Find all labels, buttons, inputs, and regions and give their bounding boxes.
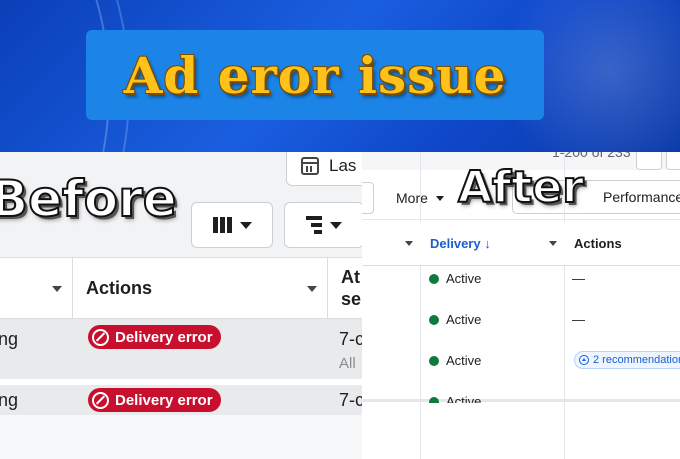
- delivery-status: Active: [446, 353, 482, 368]
- breakdown-button[interactable]: [284, 202, 362, 248]
- table-row-empty: [0, 415, 362, 459]
- before-panel: Las Before Actions At se ng Delivery err…: [0, 152, 362, 459]
- table-row[interactable]: Active —: [362, 307, 680, 348]
- active-status-dot: [429, 356, 439, 366]
- recommendations-label: 2 recommendation: [593, 354, 680, 366]
- chevron-down-icon[interactable]: [307, 286, 317, 292]
- delivery-status: Active: [446, 394, 482, 403]
- delivery-error-label: Delivery error: [115, 328, 213, 346]
- chevron-down-icon: [435, 195, 444, 201]
- prohibited-icon: [92, 391, 109, 409]
- table-row[interactable]: ng Delivery error 7-c All: [0, 319, 362, 379]
- table-row[interactable]: Active —: [362, 266, 680, 307]
- title-box: Ad eror issue: [86, 30, 544, 120]
- date-range-label: Las: [329, 156, 357, 175]
- active-status-dot: [429, 397, 439, 403]
- before-table-header: Actions At se: [0, 257, 362, 320]
- chevron-down-icon[interactable]: [405, 241, 413, 246]
- row-attribution: 7-c: [339, 329, 362, 349]
- after-table-header: Delivery ↓ Actions: [362, 222, 680, 266]
- row-name: ng: [0, 390, 19, 410]
- chevron-down-icon[interactable]: [52, 286, 62, 292]
- more-label: More: [396, 190, 428, 206]
- previous-page-button[interactable]: [636, 152, 662, 170]
- row-action: —: [572, 312, 585, 327]
- chevron-down-icon[interactable]: [549, 241, 557, 246]
- table-row[interactable]: Active: [362, 389, 680, 403]
- search-input[interactable]: [362, 182, 374, 214]
- chevron-down-icon: [239, 221, 252, 229]
- column-header-delivery[interactable]: Delivery ↓: [430, 236, 491, 251]
- column-divider: [72, 258, 73, 320]
- row-action: —: [572, 271, 585, 286]
- delivery-status: Active: [446, 312, 482, 327]
- prohibited-icon: [92, 328, 109, 346]
- next-page-button[interactable]: [666, 152, 680, 170]
- delivery-status: Active: [446, 271, 482, 286]
- row-attribution: 7-c: [339, 390, 362, 410]
- column-header-actions[interactable]: Actions: [574, 236, 622, 251]
- chevron-down-icon: [330, 221, 342, 229]
- date-range-button[interactable]: Las: [286, 152, 362, 186]
- column-header-actions[interactable]: Actions: [86, 278, 152, 299]
- delivery-error-badge[interactable]: Delivery error: [88, 388, 221, 412]
- columns-button[interactable]: [191, 202, 273, 248]
- active-status-dot: [429, 315, 439, 325]
- columns-icon: [212, 217, 232, 233]
- before-label: Before: [0, 169, 178, 229]
- row-name: ng: [0, 329, 19, 349]
- performance-label: Performance: [603, 189, 680, 205]
- column-divider: [327, 258, 328, 320]
- after-panel: 1-200 of 233 More Performance After Deli…: [362, 152, 680, 459]
- recommendations-badge[interactable]: 2 recommendation: [574, 351, 680, 369]
- table-row[interactable]: ng Delivery error 7-c: [0, 385, 362, 415]
- column-header-attribution[interactable]: At se: [341, 266, 362, 310]
- active-status-dot: [429, 274, 439, 284]
- calendar-icon: [301, 157, 319, 175]
- table-row[interactable]: Active 2 recommendation: [362, 348, 680, 389]
- delivery-error-badge[interactable]: Delivery error: [88, 325, 221, 349]
- recommendation-icon: [579, 355, 589, 365]
- banner-title: Ad eror issue: [123, 45, 507, 105]
- row-attribution-sub: All: [339, 355, 356, 372]
- banner: Ad eror issue: [0, 0, 680, 152]
- breakdown-icon: [306, 216, 322, 234]
- delivery-error-label: Delivery error: [115, 391, 213, 409]
